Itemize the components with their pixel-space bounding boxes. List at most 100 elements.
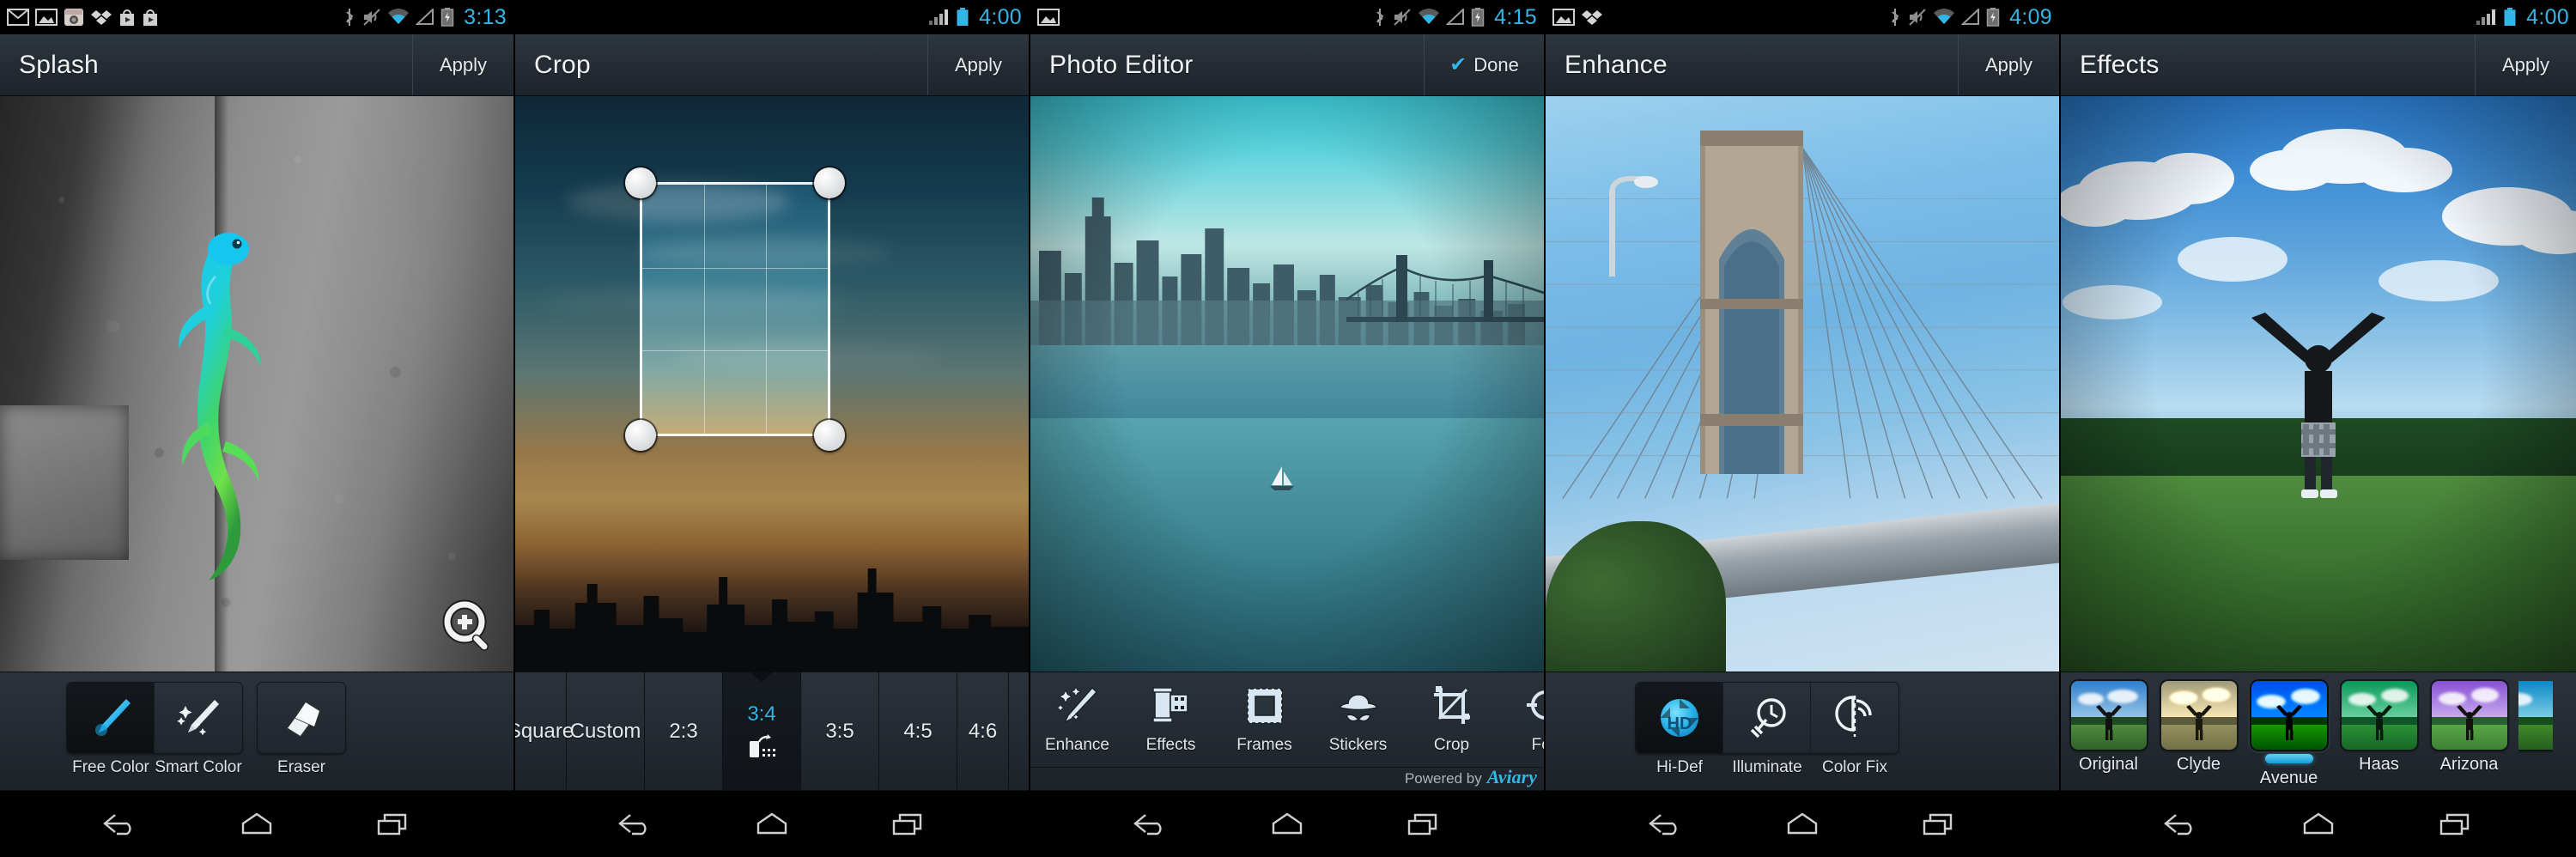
ratio-label: 4:6 [968, 719, 998, 743]
illuminate-button[interactable] [1723, 683, 1811, 753]
recents-icon[interactable] [374, 810, 412, 839]
filter-original[interactable]: Original [2068, 681, 2149, 788]
home-icon[interactable] [2300, 810, 2337, 839]
focus-icon [1526, 686, 1544, 724]
system-nav-bar [0, 790, 513, 857]
filter-thumbnail [2251, 681, 2327, 750]
effects-filter-strip: Original Clyde Avenue Haas Arizona [2061, 672, 2576, 790]
status-time: 4:00 [979, 4, 1022, 29]
filter-thumbnail [2341, 681, 2417, 750]
tool-effects[interactable]: Effects [1124, 672, 1218, 769]
eraser-button[interactable] [258, 683, 345, 753]
apply-label: Apply [439, 53, 488, 76]
apply-button[interactable]: Apply [1958, 34, 2059, 95]
recents-icon[interactable] [1405, 810, 1443, 839]
apply-button[interactable]: Apply [927, 34, 1029, 95]
filter-clyde[interactable]: Clyde [2158, 681, 2239, 788]
crop-handle-top-left[interactable] [625, 167, 656, 198]
back-arrow-icon[interactable] [2162, 810, 2200, 839]
crop-handle-bottom-right[interactable] [814, 420, 845, 451]
image-canvas[interactable] [0, 96, 513, 672]
tool-stickers[interactable]: Stickers [1311, 672, 1405, 769]
back-arrow-icon[interactable] [1647, 810, 1685, 839]
status-notification-icons [1037, 8, 1060, 27]
play-store-icon [143, 9, 157, 26]
back-arrow-icon[interactable] [617, 810, 654, 839]
done-button[interactable]: ✔ Done [1424, 34, 1544, 95]
image-canvas[interactable] [1546, 96, 2059, 672]
action-bar: Splash Apply [0, 34, 513, 96]
image-canvas[interactable] [2061, 96, 2576, 672]
ratio-custom[interactable]: Custom [567, 672, 645, 790]
status-system-icons: 3:13 [343, 6, 507, 28]
svg-text:HD: HD [1667, 714, 1692, 733]
tool-enhance[interactable]: Enhance [1030, 672, 1124, 769]
ratio-4-6[interactable]: 4:6 [957, 672, 1009, 790]
status-bar: 4:00 [2061, 0, 2576, 34]
apply-button[interactable]: Apply [412, 34, 513, 95]
tool-separator [242, 683, 258, 753]
home-icon[interactable] [1268, 810, 1306, 839]
filter-label: Original [2079, 755, 2138, 774]
filter-list[interactable]: Original Clyde Avenue Haas Arizona [2068, 681, 2553, 788]
ratio-list[interactable]: Square Custom 2:3 3:4 [515, 672, 1029, 790]
image-canvas[interactable] [1030, 96, 1544, 672]
ratio-square[interactable]: Square [515, 672, 574, 790]
recents-icon[interactable] [1920, 810, 1958, 839]
filter-label: Avenue [2259, 769, 2318, 787]
recents-icon[interactable] [2437, 810, 2475, 839]
ratio-3-5[interactable]: 3:5 [801, 672, 879, 790]
crop-handle-bottom-left[interactable] [625, 420, 656, 451]
home-icon[interactable] [1783, 810, 1821, 839]
enhance-tool-strip: HD Hi-Def Illuminate Color Fix [1546, 672, 2059, 790]
filter-thumbnail [2160, 681, 2237, 750]
status-system-icons: 4:00 [927, 4, 1022, 29]
city-silhouette [515, 568, 1029, 672]
status-time: 4:15 [1494, 4, 1537, 29]
filter-thumbnail [2070, 681, 2147, 750]
home-icon[interactable] [238, 810, 276, 839]
editor-tool-list[interactable]: Enhance Effects Frames Stickers Crop F [1030, 672, 1544, 769]
crop-handle-top-right[interactable] [814, 167, 845, 198]
ratio-3-4[interactable]: 3:4 [723, 672, 801, 790]
play-store-icon [120, 9, 134, 26]
bluetooth-icon [1376, 9, 1384, 26]
filter-next-partial[interactable] [2518, 681, 2553, 788]
back-arrow-icon[interactable] [1132, 810, 1170, 839]
home-icon[interactable] [753, 810, 791, 839]
smart-color-button[interactable] [155, 683, 242, 753]
zoom-in-button[interactable] [441, 599, 498, 659]
back-arrow-icon[interactable] [101, 810, 139, 839]
tool-frames[interactable]: Frames [1218, 672, 1311, 769]
filter-arizona[interactable]: Arizona [2428, 681, 2510, 788]
splash-tool-labels: Free Color Smart Color Eraser [67, 758, 345, 777]
color-fix-icon [1835, 696, 1872, 737]
image-canvas[interactable] [515, 96, 1029, 672]
hi-def-button[interactable]: HD [1636, 683, 1723, 753]
ratio-4-5[interactable]: 4:5 [879, 672, 957, 790]
selected-caret [750, 672, 773, 682]
zoom-in-icon [442, 599, 489, 651]
ratio-label: 2:3 [669, 719, 698, 743]
rotate-orientation-icon[interactable] [747, 734, 776, 760]
action-bar: Crop Apply [515, 34, 1029, 96]
color-fix-button[interactable] [1811, 683, 1899, 753]
filter-selected-indicator [2264, 754, 2313, 763]
ratio-label: Custom [569, 719, 641, 743]
recents-icon[interactable] [890, 810, 927, 839]
filter-avenue[interactable]: Avenue [2248, 681, 2330, 788]
tool-focus[interactable]: Foc [1498, 672, 1544, 769]
filter-haas[interactable]: Haas [2338, 681, 2420, 788]
crop-frame[interactable] [625, 167, 845, 451]
free-color-button[interactable] [67, 683, 155, 753]
eraser-icon [285, 701, 321, 738]
ratio-2-3[interactable]: 2:3 [645, 672, 723, 790]
tool-crop[interactable]: Crop [1405, 672, 1498, 769]
status-bar: 4:15 [1030, 0, 1544, 34]
splash-tool-buttons [67, 683, 345, 753]
filter-thumbnail [2431, 681, 2507, 750]
action-bar: Photo Editor ✔ Done [1030, 34, 1544, 96]
apply-button[interactable]: Apply [2475, 34, 2576, 95]
bluetooth-icon [346, 9, 354, 26]
hat-mustache-icon [1338, 694, 1378, 722]
